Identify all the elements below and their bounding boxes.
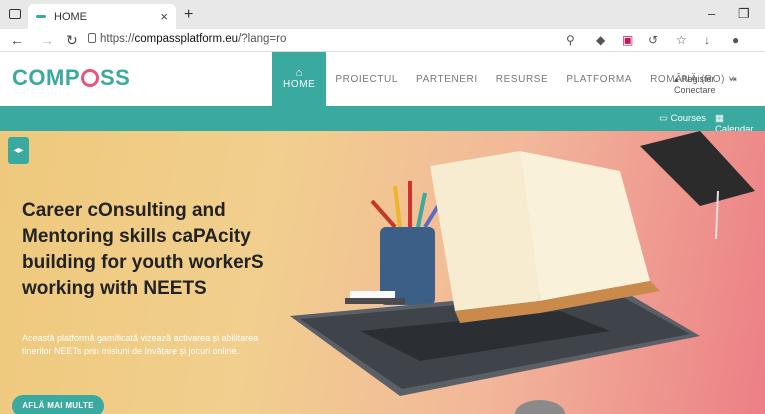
back-icon[interactable]: ←: [10, 32, 24, 48]
extension-red-icon[interactable]: ▣: [622, 33, 633, 47]
favorites-icon[interactable]: ☆: [676, 33, 687, 47]
lock-icon: [88, 33, 96, 43]
hero-description: Această platformă gamificată vizează act…: [22, 333, 259, 356]
refresh-icon[interactable]: ↻: [66, 32, 78, 49]
menu-item-proiectul[interactable]: PROIECTUL: [326, 52, 407, 106]
refresh-extension-icon[interactable]: ↺: [648, 33, 658, 47]
maximize-icon[interactable]: ❐: [738, 6, 750, 22]
browser-tab-bar: HOME × + – ❐: [0, 0, 765, 29]
hero-title: Career cOnsulting and Mentoring skills c…: [22, 200, 264, 299]
register-link[interactable]: ▴ Register: [674, 74, 721, 84]
forward-icon[interactable]: →: [40, 32, 54, 48]
menu-item-home[interactable]: ⌂ HOME: [272, 52, 327, 106]
tab-actions-icon[interactable]: [9, 9, 21, 19]
extension-icon[interactable]: ◆: [596, 33, 605, 47]
menu-item-parteneri[interactable]: PARTENERI: [407, 52, 487, 106]
graduation-cap: [640, 131, 755, 206]
home-icon: ⌂: [295, 67, 303, 79]
menu-item-resurse[interactable]: RESURSE: [487, 52, 558, 106]
tab-close-icon[interactable]: ×: [160, 9, 168, 24]
site-logo[interactable]: COMP SS: [12, 65, 130, 91]
browser-tab[interactable]: HOME ×: [28, 4, 176, 29]
minimize-icon[interactable]: –: [708, 6, 715, 21]
tab-title: HOME: [54, 10, 87, 23]
read-aloud-icon[interactable]: ⚲: [566, 33, 575, 47]
compass-icon: [81, 69, 99, 87]
address-bar: ← → ↻ https://compassplatform.eu/?lang=r…: [0, 29, 765, 52]
site-header: COMP SS ⌂ HOME PROIECTUL PARTENERI RESURS…: [0, 52, 765, 106]
learn-more-button[interactable]: AFLĂ MAI MULTE: [12, 395, 104, 414]
menu-item-platforma[interactable]: PLATFORMA: [557, 52, 641, 106]
download-icon[interactable]: ↓: [704, 33, 710, 47]
profile-icon[interactable]: ●: [732, 33, 739, 47]
favicon-icon: [36, 15, 46, 18]
hero-banner: ◂▸ Career cOnsulting and Mentoring skill…: [0, 131, 765, 414]
url-field[interactable]: https://compassplatform.eu/?lang=ro: [100, 33, 286, 45]
courses-link[interactable]: ▭ Courses: [659, 113, 706, 124]
new-tab-button[interactable]: +: [184, 6, 193, 24]
secondary-nav: ▭ Courses ▦ Calendar: [0, 106, 765, 135]
auth-links: ▴ Register ⇥ Conectare: [674, 74, 765, 95]
